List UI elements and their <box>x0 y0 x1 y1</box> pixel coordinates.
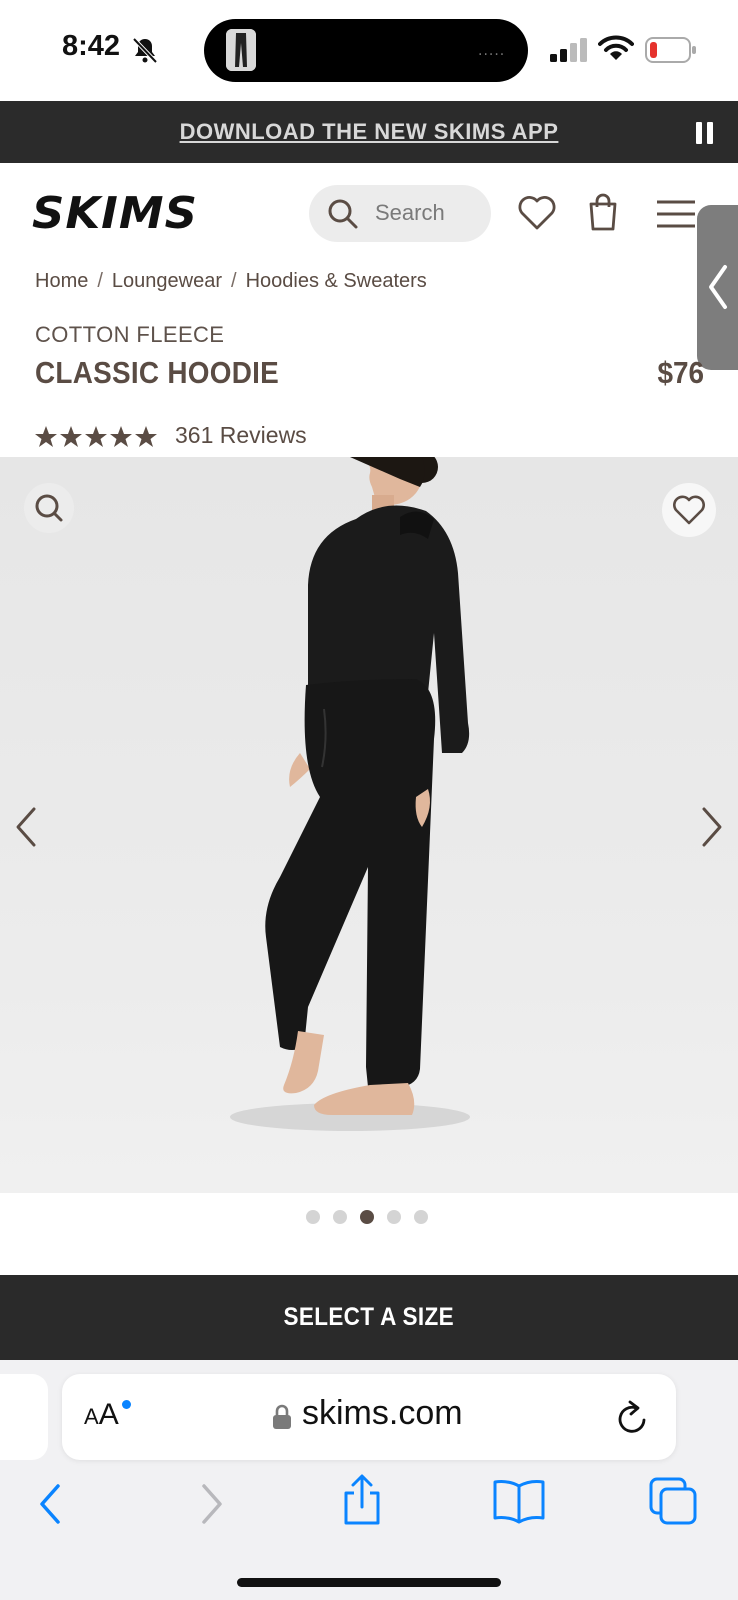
breadcrumb-loungewear[interactable]: Loungewear <box>112 270 222 292</box>
star-icon <box>110 426 132 447</box>
notification-dot <box>122 1400 131 1409</box>
search-bar[interactable] <box>309 185 491 242</box>
audio-waveform-icon: ····· <box>478 47 506 63</box>
heart-icon <box>673 495 705 525</box>
breadcrumb-hoodies-sweaters[interactable]: Hoodies & Sweaters <box>246 270 427 292</box>
pagination-dot[interactable] <box>333 1210 347 1224</box>
signal-icon <box>550 38 587 62</box>
address-bar[interactable]: AA skims.com <box>62 1374 676 1460</box>
pause-icon[interactable] <box>695 121 715 145</box>
svg-text:SKIMS: SKIMS <box>32 188 198 234</box>
breadcrumb: Home / Loungewear / Hoodies & Sweaters <box>35 270 427 293</box>
menu-icon[interactable] <box>656 199 696 229</box>
skims-logo[interactable]: SKIMS <box>32 188 200 234</box>
app-download-link[interactable]: DOWNLOAD THE NEW SKIMS APP <box>0 101 738 163</box>
previous-image-chevron-left-icon[interactable] <box>12 805 42 849</box>
dynamic-island[interactable]: ····· <box>204 19 528 82</box>
star-icon <box>135 426 157 447</box>
forward-chevron-right-icon[interactable] <box>196 1482 226 1526</box>
wifi-icon <box>598 35 634 60</box>
tabs-icon[interactable] <box>648 1476 698 1526</box>
product-photo-model <box>230 457 470 1131</box>
breadcrumb-home[interactable]: Home <box>35 270 88 292</box>
next-image-chevron-right-icon[interactable] <box>696 805 726 849</box>
favorite-button[interactable] <box>662 483 716 537</box>
search-icon <box>328 199 358 229</box>
reload-icon[interactable] <box>616 1400 650 1436</box>
product-title: CLASSIC HOODIE <box>35 355 280 390</box>
pagination-dot-active[interactable] <box>360 1210 374 1224</box>
breadcrumb-separator: / <box>231 270 237 292</box>
side-drawer-tab[interactable] <box>697 205 738 370</box>
now-playing-thumbnail <box>226 29 256 71</box>
rating-stars[interactable] <box>34 425 160 449</box>
search-input[interactable] <box>375 197 485 229</box>
wishlist-heart-icon[interactable] <box>518 195 556 231</box>
status-time: 8:42 <box>62 30 121 62</box>
url-text[interactable]: skims.com <box>302 1394 463 1433</box>
product-price: $76 <box>657 355 704 390</box>
back-chevron-left-icon[interactable] <box>36 1482 66 1526</box>
product-collection: COTTON FLEECE <box>35 322 225 347</box>
star-icon <box>35 426 57 447</box>
select-size-button[interactable]: SELECT A SIZE <box>0 1275 738 1360</box>
reviews-link[interactable]: 361 Reviews <box>175 422 307 449</box>
breadcrumb-separator: / <box>97 270 103 292</box>
shopping-bag-icon[interactable] <box>588 193 618 231</box>
product-image-gallery[interactable] <box>0 457 738 1193</box>
status-bar: 8:42 ····· <box>0 0 738 101</box>
bookmarks-book-icon[interactable] <box>492 1478 546 1524</box>
lock-icon <box>273 1404 291 1429</box>
gallery-pagination <box>306 1210 436 1226</box>
pagination-dot[interactable] <box>306 1210 320 1224</box>
share-icon[interactable] <box>340 1473 384 1527</box>
previous-tab-peek[interactable] <box>0 1374 48 1460</box>
app-download-banner[interactable]: DOWNLOAD THE NEW SKIMS APP <box>0 101 738 163</box>
bell-slash-icon <box>132 37 158 64</box>
browser-toolbar: AA skims.com <box>0 1360 738 1600</box>
pagination-dot[interactable] <box>414 1210 428 1224</box>
chevron-left-icon <box>709 265 727 309</box>
pants-thumbnail-icon <box>226 29 256 71</box>
select-size-label: SELECT A SIZE <box>283 1303 455 1331</box>
home-indicator[interactable] <box>237 1578 501 1587</box>
star-icon <box>85 426 107 447</box>
zoom-search-icon[interactable] <box>24 483 74 533</box>
pagination-dot[interactable] <box>387 1210 401 1224</box>
star-icon <box>60 426 82 447</box>
battery-icon <box>645 37 696 63</box>
text-size-button[interactable]: AA <box>84 1398 119 1432</box>
